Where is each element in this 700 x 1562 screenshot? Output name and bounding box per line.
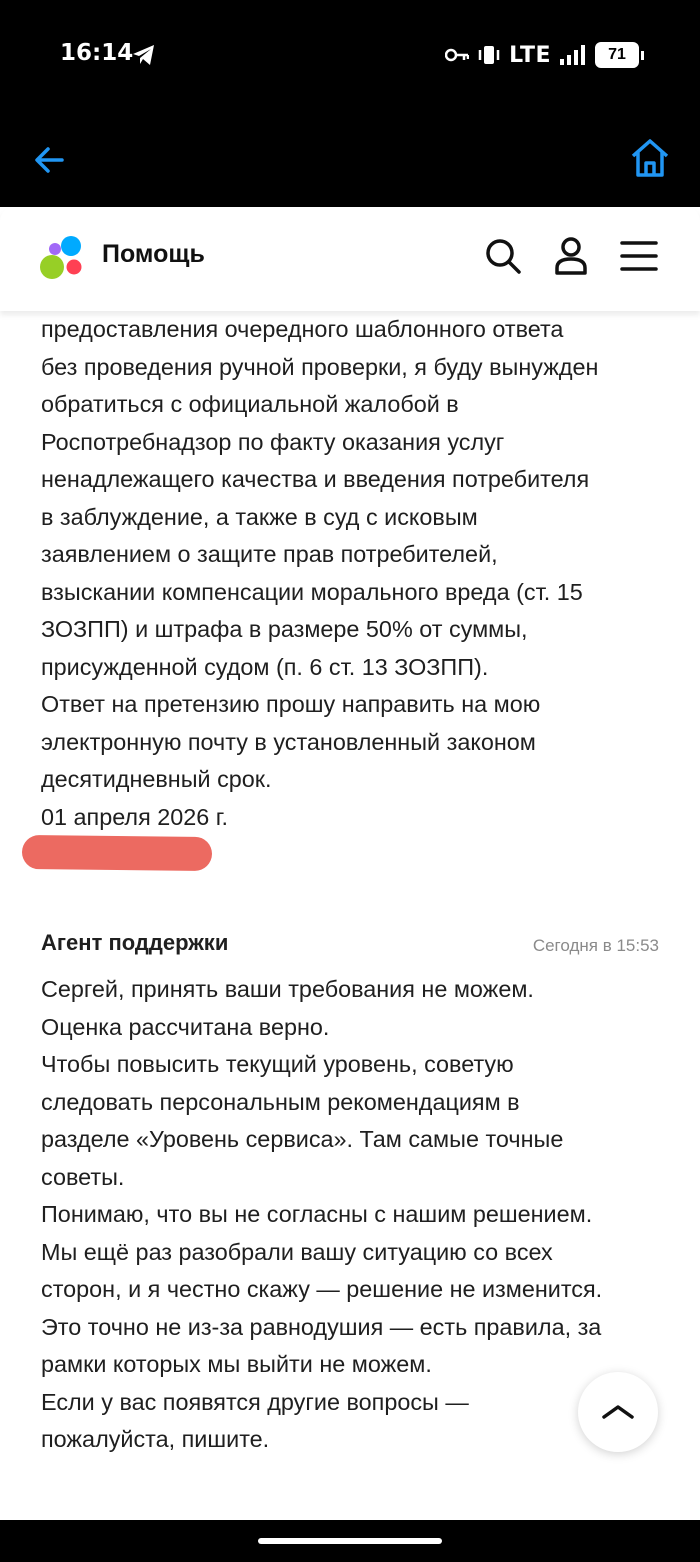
text-line: заявлением о защите прав потребителей, <box>41 541 498 567</box>
text-line: десятидневный срок. <box>41 766 272 792</box>
redacted-signature <box>21 835 213 871</box>
search-icon[interactable] <box>484 237 522 275</box>
claim-text: предоставления очередного шаблонного отв… <box>41 311 666 836</box>
text-line: ненадлежащего качества и введения потреб… <box>41 466 590 492</box>
key-icon <box>445 48 470 62</box>
text-line: обратиться с официальной жалобой в <box>41 391 459 417</box>
reply-text: Сергей, принять ваши требования не можем… <box>41 971 666 1459</box>
telegram-icon <box>133 45 154 65</box>
site-title[interactable]: Помощь <box>102 240 205 269</box>
home-indicator[interactable] <box>258 1538 442 1544</box>
text-line: разделе «Уровень сервиса». Там самые точ… <box>41 1126 564 1152</box>
text-line: Чтобы повысить текущий уровень, советую <box>41 1051 514 1077</box>
text-line: сторон, и я честно скажу — решение не из… <box>41 1276 603 1302</box>
vibrate-icon <box>478 46 500 64</box>
reply-timestamp: Сегодня в 15:53 <box>532 936 659 955</box>
text-line: пожалуйста, пишите. <box>41 1426 270 1452</box>
text-line: советы. <box>41 1163 125 1190</box>
text-line: присужденной судом (п. 6 ст. 13 ЗОЗПП). <box>41 653 489 680</box>
text-line: Ответ на претензию прошу направить на мо… <box>41 691 541 717</box>
text-line: Мы ещё раз разобрали вашу ситуацию со вс… <box>41 1238 553 1265</box>
reply-author: Агент поддержки <box>41 930 229 955</box>
battery-icon: 71 <box>595 42 639 68</box>
home-icon[interactable] <box>628 136 672 180</box>
claim-date: 01 апреля 2026 г. <box>41 803 228 830</box>
text-line: электронную почту в установленный законо… <box>41 728 536 755</box>
system-nav-bar <box>0 1520 700 1562</box>
status-icons: LTE 71 <box>445 42 644 68</box>
site-header: Помощь <box>0 207 700 311</box>
status-bar: 16:14 LTE 71 <box>0 0 700 110</box>
text-line: предоставления очередного шаблонного отв… <box>41 316 564 342</box>
scroll-to-top-button[interactable] <box>578 1372 658 1452</box>
text-line: Понимаю, что вы не согласны с нашим реше… <box>41 1201 593 1227</box>
back-arrow-icon[interactable] <box>30 140 70 180</box>
text-line: Оценка рассчитана верно. <box>41 1013 330 1040</box>
text-line: рамки которых мы выйти не можем. <box>41 1351 432 1377</box>
logo-icon[interactable] <box>40 235 84 281</box>
signal-icon <box>560 45 585 65</box>
text-line: без проведения ручной проверки, я буду в… <box>41 353 599 380</box>
text-line: Сергей, принять ваши требования не можем… <box>41 976 534 1002</box>
text-line: Если у вас появятся другие вопросы — <box>41 1388 469 1415</box>
chevron-up-icon <box>602 1405 634 1419</box>
status-time: 16:14 <box>60 40 134 66</box>
text-line: ЗОЗПП) и штрафа в размере 50% от суммы, <box>41 616 528 642</box>
text-line: взыскании компенсации морального вреда (… <box>41 578 583 605</box>
text-line: в заблуждение, а также в суд с исковым <box>41 503 478 530</box>
text-line: Это точно не из-за равнодушия — есть пра… <box>41 1313 602 1340</box>
profile-icon[interactable] <box>552 237 590 275</box>
text-line: следовать персональным рекомендациям в <box>41 1088 520 1115</box>
network-type: LTE <box>509 42 551 68</box>
battery-tip <box>641 50 644 60</box>
browser-bar <box>0 110 700 207</box>
text-line: Роспотребнадзор по факту оказания услуг <box>41 428 505 455</box>
menu-icon[interactable] <box>620 237 658 275</box>
